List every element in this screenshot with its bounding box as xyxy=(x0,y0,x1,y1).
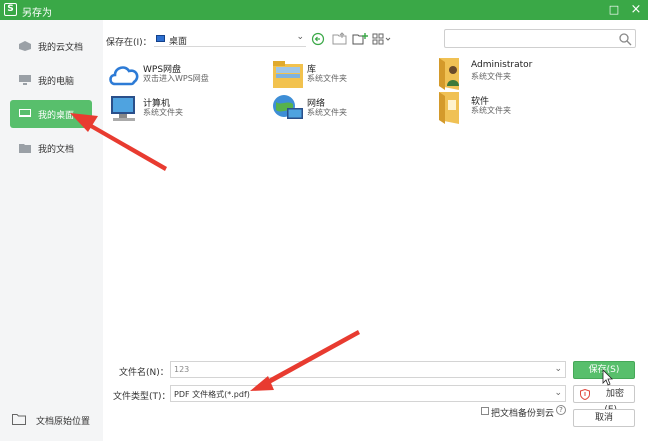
save-in-value: 桌面 xyxy=(169,37,188,47)
new-folder-icon[interactable] xyxy=(352,32,368,46)
file-item-administrator[interactable]: Administrator 系统文件夹 xyxy=(435,56,595,92)
folder-icon xyxy=(439,92,459,124)
file-item-computer[interactable]: 计算机 系统文件夹 xyxy=(107,92,267,128)
filename-input[interactable]: 123 ⌄ xyxy=(170,361,566,378)
file-description: 系统文件夹 xyxy=(471,106,511,115)
checkbox-box[interactable] xyxy=(481,407,489,415)
search-icon[interactable] xyxy=(618,32,632,46)
filetype-select[interactable]: PDF 文件格式(*.pdf) ⌄ xyxy=(170,385,566,402)
sidebar-item-my-documents[interactable]: 我的文档 xyxy=(10,134,92,162)
cloud-doc-icon xyxy=(19,41,31,51)
window-title: 另存为 xyxy=(22,8,52,19)
search-box[interactable] xyxy=(444,29,636,48)
file-item-wps-cloud[interactable]: WPS网盘 双击进入WPS网盘 xyxy=(107,58,267,94)
computer-icon xyxy=(19,75,31,85)
original-location-button[interactable]: 文档原始位置 xyxy=(10,410,100,430)
original-location-label: 文档原始位置 xyxy=(36,417,91,427)
filename-value: 123 xyxy=(174,365,190,374)
sidebar-item-my-desktop[interactable]: 我的桌面 xyxy=(10,100,92,128)
search-input[interactable] xyxy=(449,32,609,45)
desktop-icon xyxy=(19,109,31,117)
save-in-dropdown[interactable]: 桌面 ⌄ xyxy=(154,31,306,47)
file-item-library[interactable]: 库 系统文件夹 xyxy=(271,58,431,94)
folder-outline-icon xyxy=(12,414,26,425)
sidebar-item-label: 我的云文档 xyxy=(38,43,84,53)
help-icon[interactable]: ? xyxy=(556,405,566,415)
library-icon xyxy=(273,61,303,88)
file-name: Administrator xyxy=(471,60,533,70)
chevron-down-icon[interactable]: ⌄ xyxy=(554,364,562,374)
close-button[interactable]: × xyxy=(628,2,644,18)
file-description: 系统文件夹 xyxy=(307,108,347,117)
up-folder-icon[interactable] xyxy=(332,32,348,46)
sidebar-item-cloud-docs[interactable]: 我的云文档 xyxy=(10,32,92,60)
file-description: 系统文件夹 xyxy=(143,108,183,117)
title-bar: S 另存为 □ × xyxy=(0,0,648,20)
chevron-down-icon[interactable]: ⌄ xyxy=(554,388,562,398)
cancel-button[interactable]: 取消 xyxy=(573,409,635,427)
backup-to-cloud-label: 把文档备份到云 xyxy=(491,409,555,419)
file-description: 双击进入WPS网盘 xyxy=(143,74,209,83)
encrypt-button[interactable]: 加密(E)... xyxy=(573,385,635,415)
computer-icon xyxy=(111,96,135,121)
save-button[interactable]: 保存(S) xyxy=(573,361,635,379)
shield-icon xyxy=(580,389,590,400)
wps-logo-icon: S xyxy=(4,3,17,16)
save-in-label: 保存在(I)： xyxy=(106,38,152,48)
wps-cloud-icon xyxy=(109,66,139,86)
sidebar-item-label: 我的文档 xyxy=(38,145,75,155)
sidebar: 我的云文档 我的电脑 我的桌面 我的文档 文档原始位置 xyxy=(0,20,103,441)
sidebar-item-label: 我的电脑 xyxy=(38,77,75,87)
file-item-software[interactable]: 软件 系统文件夹 xyxy=(435,90,595,126)
chevron-down-icon: ⌄ xyxy=(296,32,304,42)
desktop-icon xyxy=(156,35,165,42)
filetype-value: PDF 文件格式(*.pdf) xyxy=(174,390,250,399)
user-folder-icon xyxy=(439,58,459,90)
view-mode-icon[interactable] xyxy=(372,32,392,46)
file-description: 系统文件夹 xyxy=(307,74,347,83)
filetype-label: 文件类型(T)： xyxy=(113,392,171,402)
file-description: 系统文件夹 xyxy=(471,72,511,81)
file-item-network[interactable]: 网络 系统文件夹 xyxy=(271,92,431,128)
filename-label: 文件名(N)： xyxy=(119,368,169,378)
back-icon[interactable] xyxy=(311,32,327,46)
sidebar-item-label: 我的桌面 xyxy=(38,111,75,121)
maximize-button[interactable]: □ xyxy=(606,2,622,18)
network-icon xyxy=(273,95,303,119)
sidebar-item-my-computer[interactable]: 我的电脑 xyxy=(10,66,92,94)
folder-icon xyxy=(19,144,31,153)
